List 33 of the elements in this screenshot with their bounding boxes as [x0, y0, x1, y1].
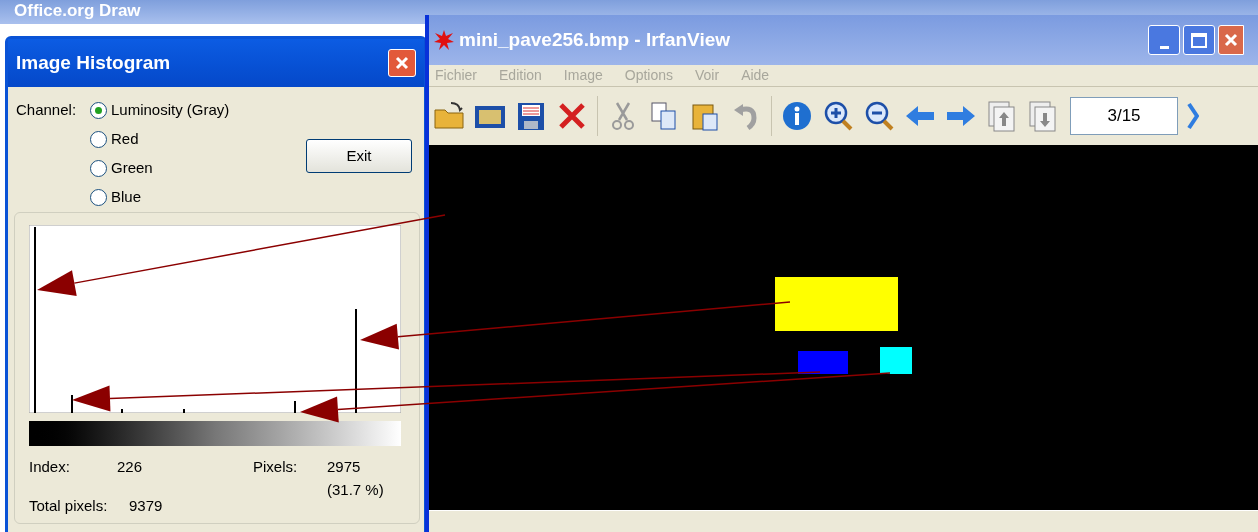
total-pixels-value: 9379 — [129, 496, 163, 516]
pixels-label: Pixels: — [253, 457, 298, 477]
open-folder-icon[interactable] — [433, 100, 465, 132]
exit-button[interactable]: Exit — [306, 139, 412, 173]
close-button[interactable] — [1218, 25, 1244, 55]
close-icon — [1223, 32, 1239, 48]
maximize-button[interactable] — [1183, 25, 1215, 55]
close-icon — [394, 55, 410, 71]
image-rectangle — [880, 347, 912, 374]
save-icon[interactable] — [515, 100, 547, 132]
channel-radio[interactable]: Red — [90, 128, 139, 151]
image-rectangle — [798, 351, 848, 374]
index-value: 226 — [117, 457, 143, 477]
page-field[interactable]: 3/15 — [1070, 97, 1178, 135]
pixels-percent: (31.7 %) — [327, 480, 384, 500]
channel-radio[interactable]: Green — [90, 157, 153, 180]
zoom-out-icon[interactable] — [863, 100, 895, 132]
close-button[interactable] — [388, 49, 416, 77]
info-icon[interactable] — [781, 100, 813, 132]
pixels-value: 2975 — [327, 457, 361, 477]
channel-radio[interactable]: Blue — [90, 186, 142, 209]
index-label: Index: — [29, 457, 70, 477]
window-title: Office.org Draw — [14, 1, 141, 21]
zoom-in-icon[interactable] — [822, 100, 854, 132]
channel-label: Channel: — [16, 100, 77, 120]
page-down-icon[interactable] — [1027, 100, 1059, 132]
channel-radio[interactable]: Luminosity (Gray) — [90, 99, 230, 122]
splat-icon — [433, 29, 455, 51]
total-pixels-label: Total pixels: — [29, 496, 108, 516]
minimize-button[interactable] — [1148, 25, 1180, 55]
page-up-icon[interactable] — [986, 100, 1018, 132]
dialog-title: Image Histogram — [16, 50, 171, 75]
window-title: mini_pave256.bmp - IrfanView — [459, 27, 731, 52]
